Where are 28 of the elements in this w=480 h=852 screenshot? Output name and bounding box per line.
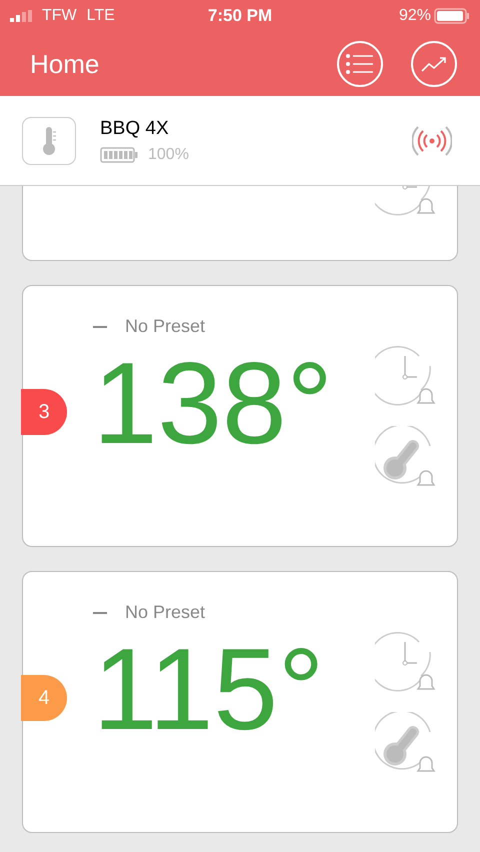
temperature-alarm-button[interactable] (375, 712, 437, 774)
dash-icon (93, 612, 107, 614)
probe-number: 3 (21, 389, 67, 435)
preset-label: No Preset (125, 316, 206, 337)
list-button[interactable] (337, 41, 383, 87)
dash-icon (93, 326, 107, 328)
page-title: Home (30, 48, 100, 80)
status-time: 7:50 PM (208, 6, 272, 26)
thermometer-icon (41, 126, 57, 156)
timer-alarm-button[interactable] (375, 632, 437, 694)
device-battery: 100% (148, 146, 189, 164)
battery-icon (100, 146, 138, 162)
thermometer-button[interactable] (22, 116, 76, 164)
list-icon (346, 54, 374, 74)
temperature-reading: 115° (93, 631, 326, 747)
battery-percent: 92% (398, 7, 431, 25)
network-type: LTE (86, 7, 115, 25)
probe-number: 4 (21, 675, 67, 721)
signal-icon (10, 10, 32, 22)
preset-label: No Preset (125, 602, 206, 623)
timer-alarm-button[interactable] (375, 346, 437, 408)
device-name: BBQ 4X (100, 118, 170, 140)
temperature-alarm-button[interactable] (375, 426, 437, 488)
temperature-reading: 138° (93, 345, 334, 461)
trend-icon (421, 56, 447, 72)
chart-button[interactable] (411, 41, 457, 87)
carrier-name: TFW (42, 7, 77, 25)
battery-icon (434, 8, 470, 24)
